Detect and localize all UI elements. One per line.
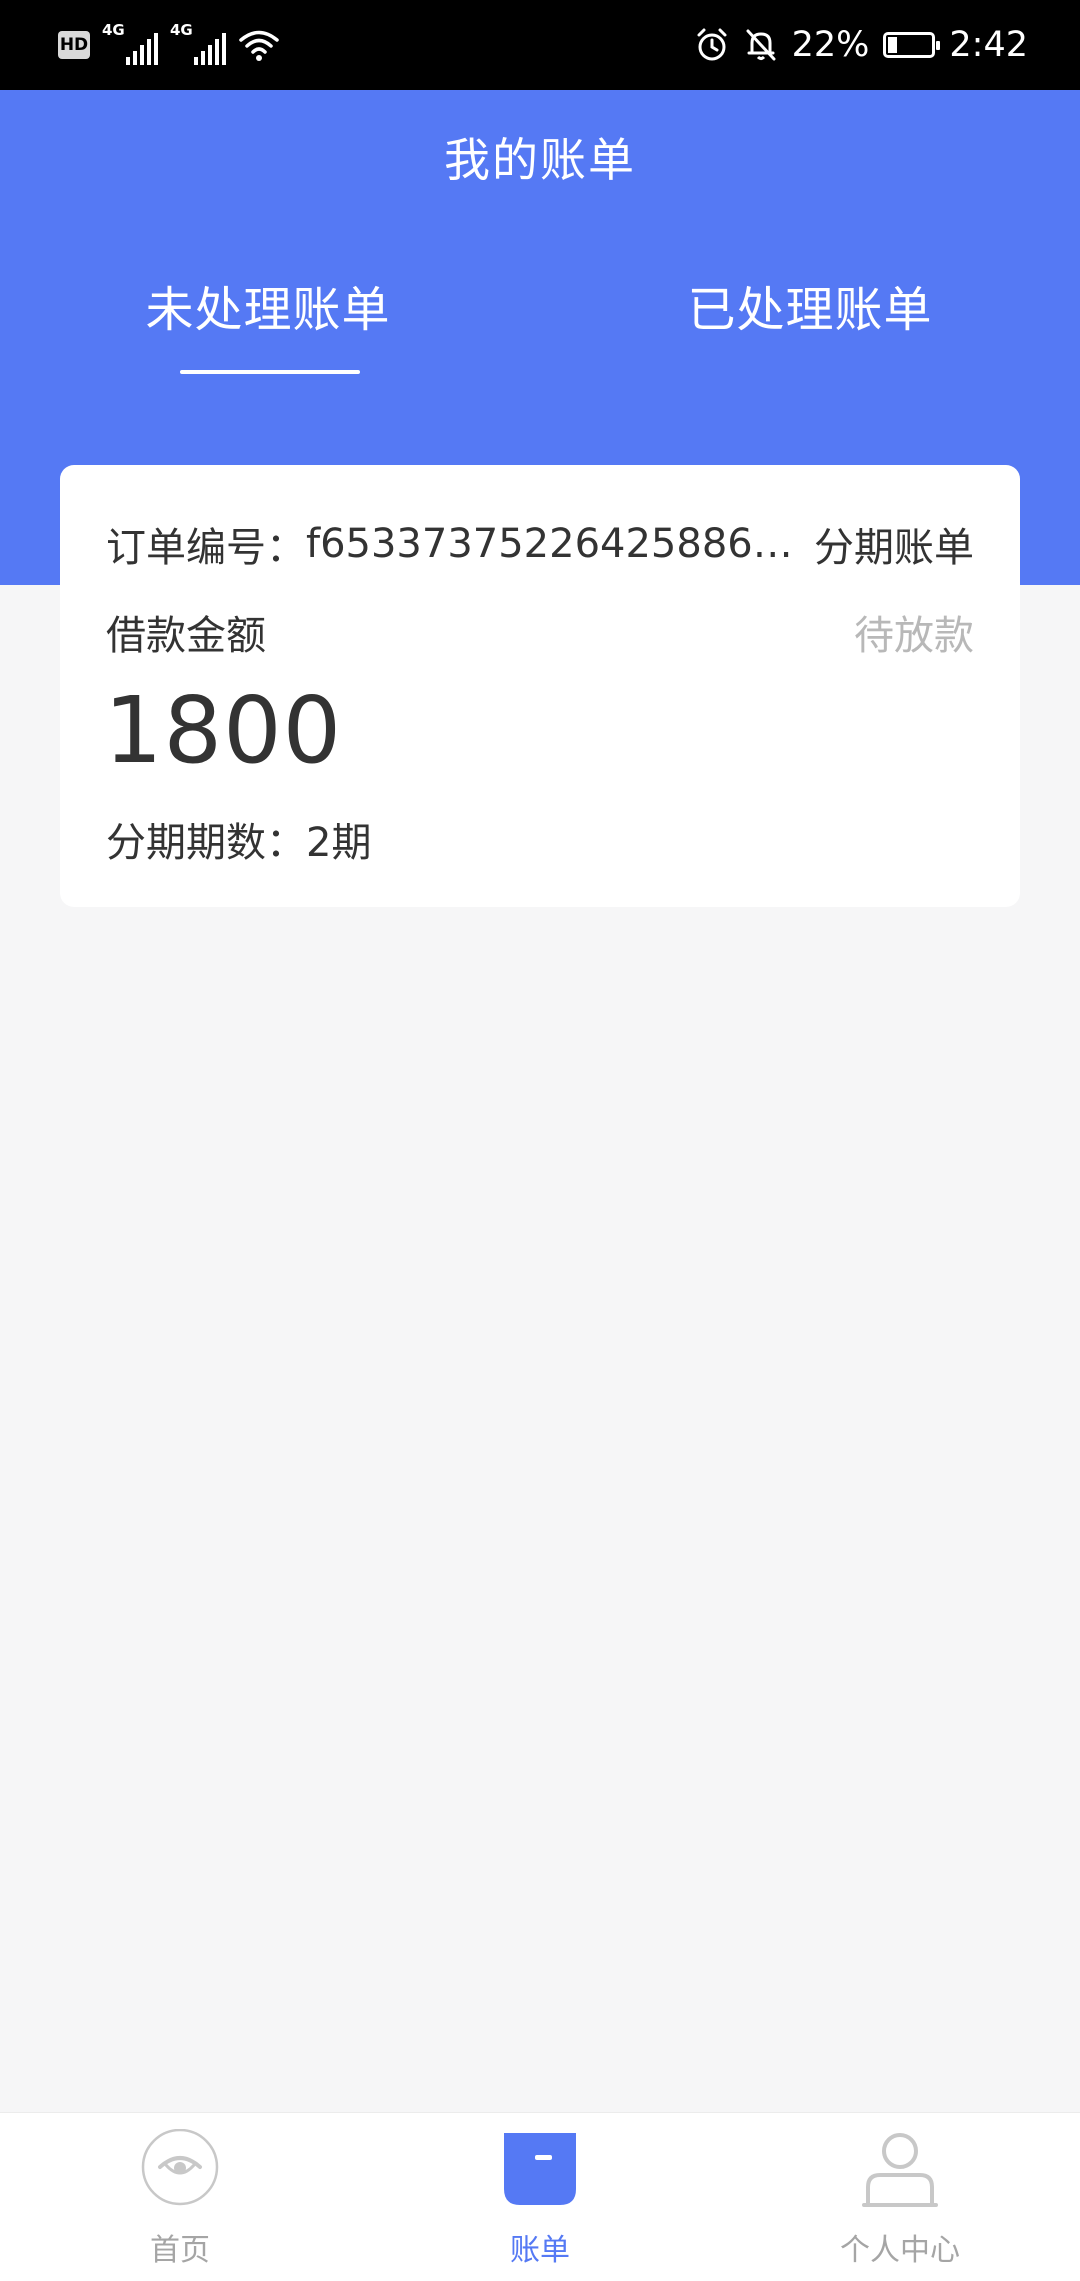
battery-fill	[888, 37, 898, 53]
periods-value: 2期	[306, 820, 372, 866]
alarm-icon	[697, 28, 727, 61]
bill-icon	[504, 2133, 576, 2205]
signal-type-label-2: 4G	[170, 21, 193, 39]
status-badge: 待放款	[854, 613, 974, 659]
status-time: 2:42	[949, 25, 1028, 65]
periods-label: 分期期数：	[106, 820, 306, 866]
nav-label: 个人中心	[840, 2233, 960, 2268]
bill-card[interactable]: 订单编号： f65337375226425886b… 分期账单 借款金额 待放款…	[60, 465, 1020, 907]
loan-amount-label: 借款金额	[106, 613, 266, 659]
nav-item-bills[interactable]: 账单	[360, 2113, 720, 2281]
nav-item-home[interactable]: 首页	[0, 2113, 360, 2281]
signal-icon: 4G	[102, 21, 158, 65]
page-title: 我的账单	[444, 133, 636, 187]
order-number-label: 订单编号：	[106, 525, 306, 571]
bottom-nav: 首页 账单 个人中心	[0, 2112, 1080, 2281]
tab-label: 未处理账单	[145, 282, 391, 338]
battery-icon	[883, 32, 941, 58]
order-number: f65337375226425886b…	[306, 521, 798, 567]
tab-unprocessed-bills[interactable]: 未处理账单	[0, 270, 540, 340]
installment-periods: 分期期数：2期	[106, 810, 371, 868]
nav-label: 账单	[510, 2233, 570, 2268]
nav-item-profile[interactable]: 个人中心	[720, 2113, 1080, 2281]
home-eye-icon	[141, 2129, 219, 2206]
order-row: 订单编号： f65337375226425886b… 分期账单	[106, 515, 974, 573]
bill-type-label: 分期账单	[814, 525, 974, 571]
tab-label: 已处理账单	[687, 282, 933, 338]
mute-icon	[746, 29, 776, 61]
signal-type-label: 4G	[102, 21, 125, 39]
tab-active-indicator	[180, 370, 360, 374]
status-right: 22% 2:42	[694, 20, 1028, 70]
loan-amount: 1800	[104, 677, 343, 784]
wifi-icon	[239, 30, 279, 61]
signal-icon-2: 4G	[170, 21, 226, 65]
status-bar: HD 4G 4G 22% 2:42	[0, 0, 1080, 90]
user-icon	[862, 2133, 938, 2207]
hd-icon: HD	[58, 31, 90, 59]
tab-processed-bills[interactable]: 已处理账单	[540, 270, 1080, 340]
nav-label: 首页	[150, 2233, 210, 2268]
battery-percent: 22%	[791, 25, 870, 65]
status-left: HD 4G 4G	[58, 21, 280, 68]
